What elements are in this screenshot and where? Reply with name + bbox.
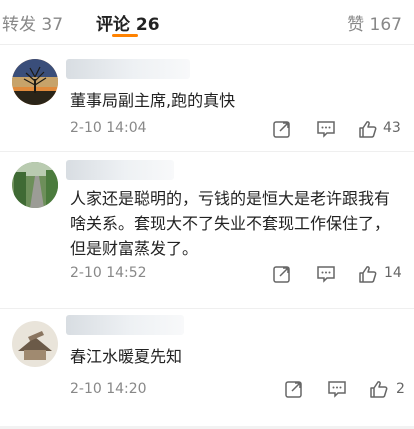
username-blurred: [66, 160, 174, 180]
share-icon[interactable]: [272, 119, 292, 139]
comment-icon[interactable]: [327, 379, 347, 399]
like-count: 2: [396, 381, 405, 397]
avatar[interactable]: [12, 321, 58, 367]
like-count: 14: [384, 265, 402, 281]
tab-comments[interactable]: 评论 26: [96, 10, 160, 35]
rooftop-avatar-image: [12, 321, 58, 367]
avatar[interactable]: [12, 162, 58, 208]
active-tab-indicator: [112, 34, 138, 37]
like-icon[interactable]: [358, 264, 378, 284]
comment-time: 2-10 14:20: [70, 381, 147, 397]
comment-time: 2-10 14:52: [70, 265, 147, 281]
like-icon[interactable]: [358, 119, 378, 139]
comment-text: 春江水暖夏先知: [70, 347, 183, 366]
road-landscape-avatar-image: [12, 162, 58, 208]
comment-item: 人家还是聪明的，亏钱的是恒大是老许跟我有啥关系。套现大不了失业不套现工作保住了，…: [0, 152, 414, 308]
comment-time: 2-10 14:04: [70, 120, 147, 136]
username-blurred: [66, 59, 190, 79]
like-icon[interactable]: [369, 379, 389, 399]
comment-item: 春江水暖夏先知 2-10 14:20 2: [0, 309, 414, 425]
username-blurred: [66, 315, 184, 335]
comment-text: 人家还是聪明的，亏钱的是恒大是老许跟我有啥关系。套现大不了失业不套现工作保住了，…: [70, 189, 391, 258]
comment-icon[interactable]: [316, 119, 336, 139]
share-icon[interactable]: [272, 264, 292, 284]
avatar[interactable]: [12, 59, 58, 105]
like-count: 43: [383, 120, 401, 136]
tab-reposts[interactable]: 转发 37: [2, 10, 63, 35]
tree-sunset-avatar-image: [12, 59, 58, 105]
tab-likes[interactable]: 赞 167: [347, 10, 402, 35]
comment-tabs: 转发 37 评论 26 赞 167: [0, 0, 414, 45]
share-icon[interactable]: [284, 379, 304, 399]
comment-icon[interactable]: [316, 264, 336, 284]
comment-text: 董事局副主席,跑的真快: [70, 91, 236, 110]
comment-item: 董事局副主席,跑的真快 2-10 14:04 43: [0, 44, 414, 151]
